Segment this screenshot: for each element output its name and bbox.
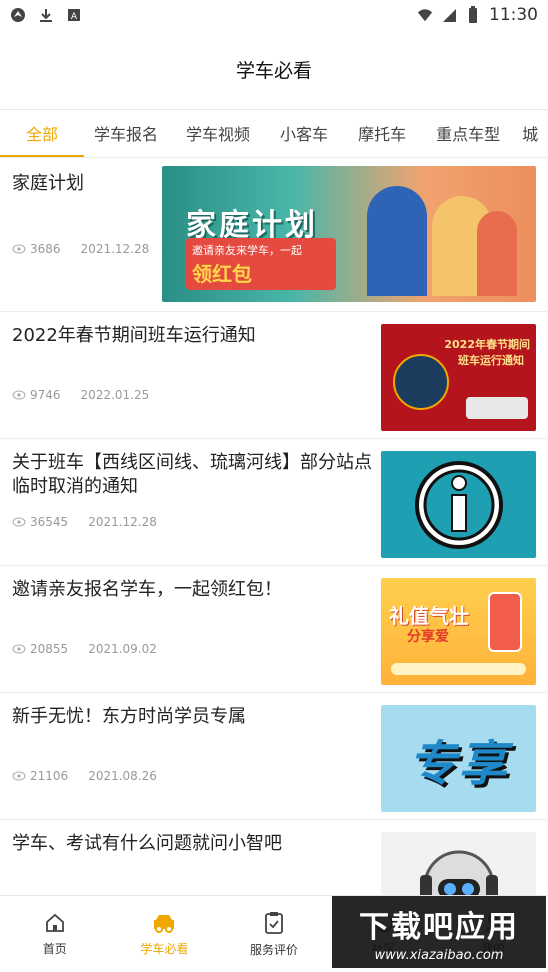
tab-registration[interactable]: 学车报名 [84,121,172,157]
publish-date: 2021.12.28 [80,242,150,256]
app-notification-icon: A [66,7,82,23]
nav-home-label: 首页 [42,941,67,956]
article-thumbnail: 家庭计划 邀请亲友来学车，一起 领红包 [162,166,536,302]
view-count: 20855 [30,642,69,656]
nav-review-label: 服务评价 [249,942,298,957]
watermark: 下载吧应用 www.xiazaibao.com [332,896,546,968]
publish-date: 2021.08.26 [88,769,157,783]
svg-text:A: A [71,12,78,22]
article-thumbnail: 专享 [381,705,536,812]
status-time: 11:30 [489,5,538,25]
nav-learn[interactable]: 学车必看 [110,896,220,972]
list-item[interactable]: 关于班车【西线区间线、琉璃河线】部分站点临时取消的通知 36545 2021.1… [0,439,548,566]
robot-avatar [381,832,536,895]
navigation-icon [10,7,26,23]
tab-videos[interactable]: 学车视频 [172,121,264,157]
eye-icon [12,244,26,254]
nav-review[interactable]: 服务评价 [219,896,329,972]
article-title: 学车、考试有什么问题就问小智吧 [12,833,282,854]
publish-date: 2022.01.25 [80,388,150,402]
view-count: 21106 [30,769,69,783]
article-thumbnail: 2022年春节期间 班车运行通知 [381,324,536,431]
view-count: 9746 [30,388,61,402]
list-item[interactable]: 2022年春节期间班车运行通知 9746 2022.01.25 2022年春节期… [0,312,548,439]
eye-icon [12,644,26,654]
wifi-icon [417,7,433,23]
page-title: 学车必看 [235,60,312,82]
home-icon [45,913,64,932]
article-title: 家庭计划 [12,173,84,194]
tab-key-vehicles[interactable]: 重点车型 [420,121,514,157]
article-title: 邀请亲友报名学车，一起领红包！ [12,579,282,600]
tab-all[interactable]: 全部 [0,121,85,157]
nav-home[interactable]: 首页 [0,896,110,972]
article-title: 新手无忧！东方时尚学员专属 [12,706,246,727]
eye-icon [12,517,26,527]
eye-icon [12,390,26,400]
list-item[interactable]: 邀请亲友报名学车，一起领红包！ 20855 2021.09.02 礼值气壮 分享… [0,566,548,693]
clipboard-check-icon [265,911,283,934]
download-icon [38,7,54,23]
nav-learn-label: 学车必看 [140,941,189,956]
eye-icon [12,771,26,781]
signal-icon [441,7,457,23]
view-count: 36545 [30,515,69,529]
list-item[interactable]: 家庭计划 3686 2021.12.28 家庭计划 邀请亲友来学车，一起 领红包 [0,160,548,312]
category-tabs: 全部 学车报名 学车视频 小客车 摩托车 重点车型 城 [0,110,548,158]
status-bar: A 11:30 [0,0,548,30]
tab-motorcycle[interactable]: 摩托车 [342,121,420,157]
view-count: 3686 [30,242,61,256]
info-icon [381,451,536,558]
article-thumbnail: 礼值气壮 分享爱 [381,578,536,685]
publish-date: 2021.12.28 [88,515,157,529]
article-title: 2022年春节期间班车运行通知 [12,325,256,346]
list-item[interactable]: 新手无忧！东方时尚学员专属 21106 2021.08.26 专享 [0,693,548,820]
page-header: 学车必看 [0,30,548,110]
tab-city[interactable]: 城 [514,121,548,157]
tab-small-car[interactable]: 小客车 [264,121,342,157]
car-icon [154,914,175,933]
article-title: 关于班车【西线区间线、琉璃河线】部分站点临时取消的通知 [12,452,372,497]
list-item[interactable]: 学车、考试有什么问题就问小智吧 [0,820,548,895]
battery-icon [465,6,481,23]
publish-date: 2021.09.02 [88,642,157,656]
article-list: 家庭计划 3686 2021.12.28 家庭计划 邀请亲友来学车，一起 领红包… [0,160,548,895]
